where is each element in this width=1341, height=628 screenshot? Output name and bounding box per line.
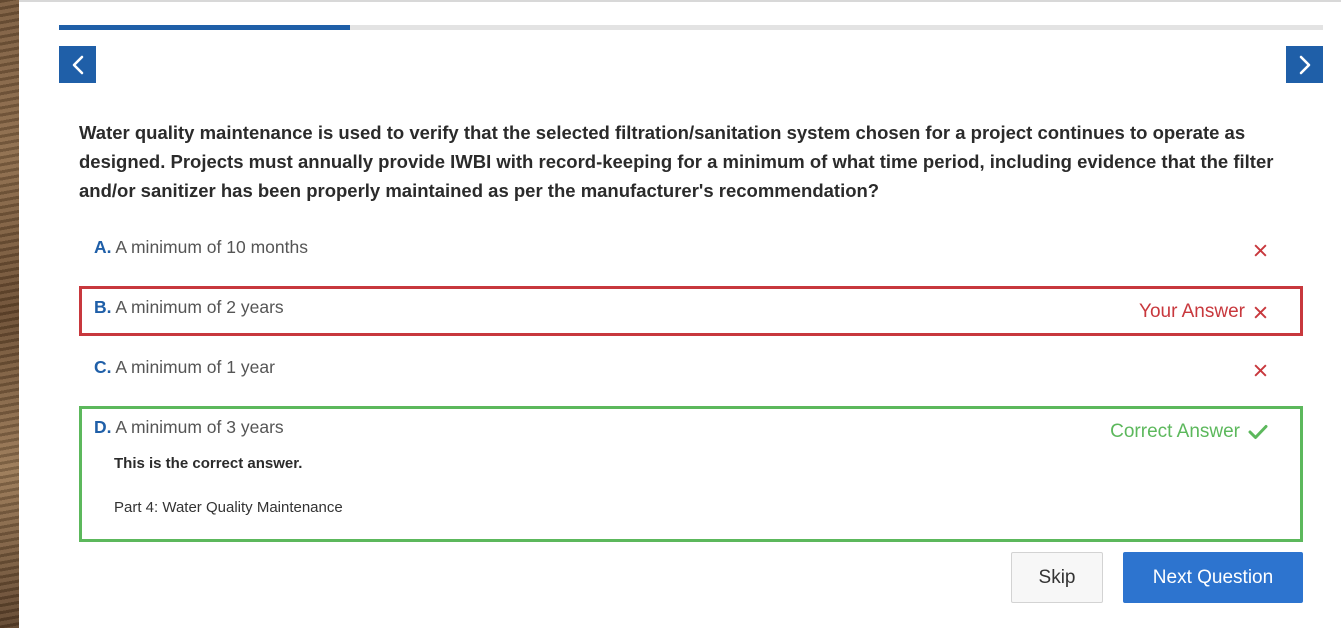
your-answer-label: Your Answer [1139,301,1245,322]
option-letter: D. [94,417,112,437]
close-icon [1254,364,1267,377]
skip-button[interactable]: Skip [1011,552,1103,603]
correct-answer-label: Correct Answer [1110,421,1240,442]
feedback-title: This is the correct answer. [114,455,303,472]
checkmark-icon [1248,425,1268,439]
background-image-edge [0,0,19,628]
option-letter: B. [94,297,112,317]
option-label: C. A minimum of 1 year [94,357,275,378]
close-icon [1254,244,1267,257]
question-text: Water quality maintenance is used to ver… [79,122,1274,201]
option-label: D. A minimum of 3 years [94,417,284,438]
chevron-right-icon [1299,55,1310,74]
answer-option-a[interactable]: A. A minimum of 10 months [79,229,1303,277]
answer-option-c[interactable]: C. A minimum of 1 year [79,349,1303,397]
option-label: A. A minimum of 10 months [94,237,308,258]
top-divider [19,0,1341,2]
answer-option-b[interactable]: B. A minimum of 2 years Your Answer [79,286,1303,336]
previous-question-button[interactable] [59,46,96,83]
progress-bar [59,25,1323,30]
option-label: B. A minimum of 2 years [94,297,284,318]
chevron-left-icon [72,55,83,74]
option-letter: C. [94,357,112,377]
option-text: A minimum of 1 year [115,357,275,377]
correct-answer-status: Correct Answer [1110,421,1268,443]
feedback-reference: Part 4: Water Quality Maintenance [114,499,343,516]
close-icon [1254,305,1267,319]
option-text: A minimum of 10 months [115,237,308,257]
progress-bar-fill [59,25,350,30]
option-letter: A. [94,237,112,257]
next-question-nav-button[interactable] [1286,46,1323,83]
option-text: A minimum of 2 years [115,297,284,317]
answer-option-d[interactable]: D. A minimum of 3 years Correct Answer T… [79,406,1303,542]
your-answer-status: Your Answer [1139,301,1268,323]
option-text: A minimum of 3 years [115,417,284,437]
next-question-button[interactable]: Next Question [1123,552,1303,603]
